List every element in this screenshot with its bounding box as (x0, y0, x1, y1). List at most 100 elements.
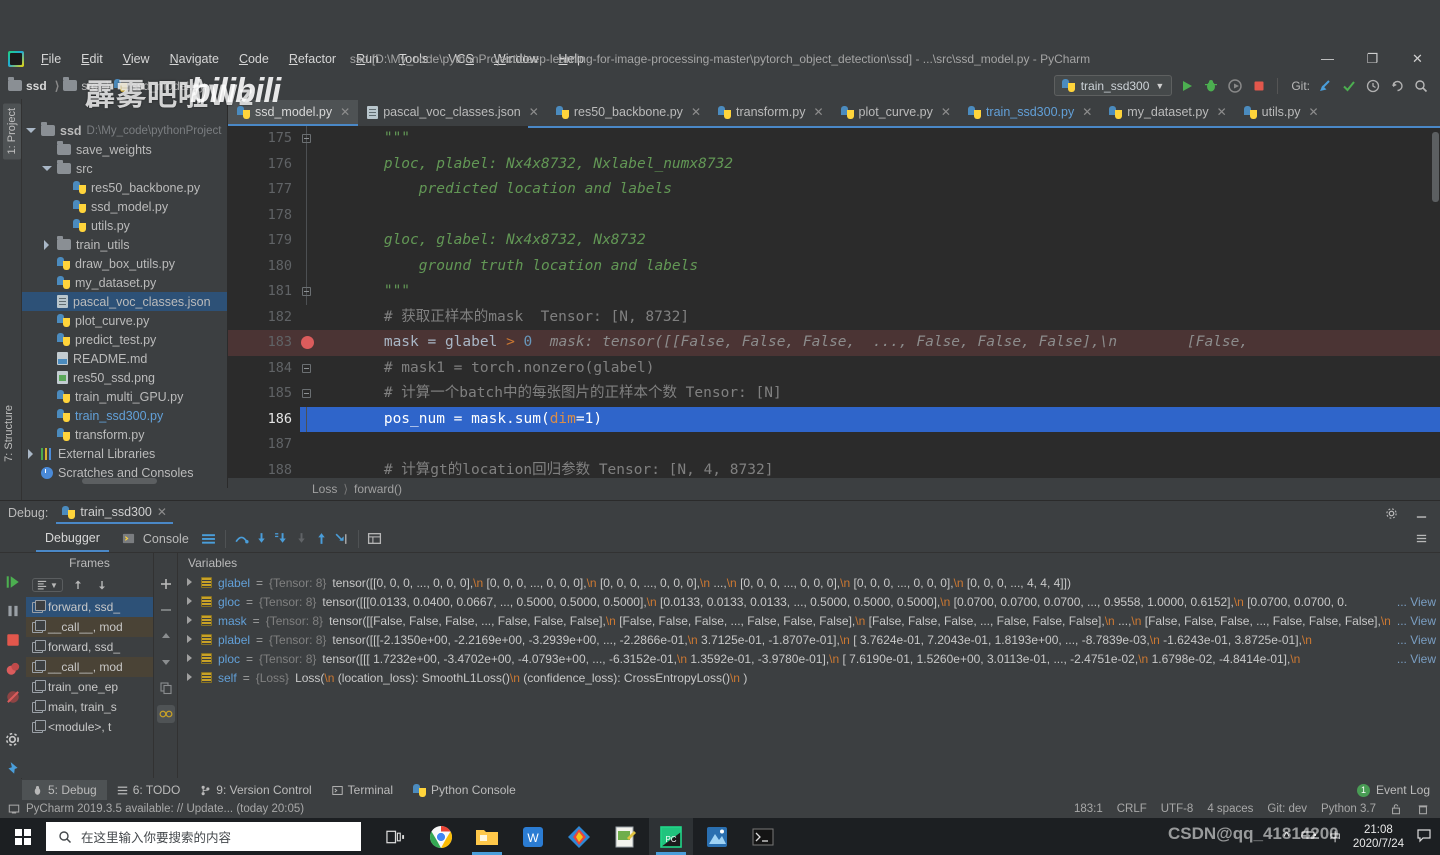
fold-gutter[interactable] (300, 202, 314, 228)
code-text[interactable]: gloc, glabel: Nx4x8732, Nx8732 (314, 228, 1440, 254)
editor-tabs[interactable]: ssd_model.py ✕ pascal_voc_classes.json ✕ res… (228, 99, 1440, 126)
menu-refactor[interactable]: Refactor (280, 49, 345, 69)
frames-list[interactable]: forward, ssd_ __call__, mod forward, ssd_ _… (26, 597, 153, 737)
code-text[interactable]: # mask1 = torch.nonzero(glabel) (314, 356, 1440, 382)
variables-list[interactable]: glabel = {Tensor: 8} tensor([[0, 0, 0, ...,… (178, 573, 1440, 687)
bottom-tool-stripe[interactable]: 5: Debug 6: TODO 9: Version Control Term… (0, 780, 1440, 800)
editor-tab-my-dataset-py[interactable]: my_dataset.py ✕ (1100, 100, 1234, 126)
fold-gutter[interactable] (300, 253, 314, 279)
view-breakpoints-icon[interactable] (4, 660, 22, 678)
chevron-right-icon[interactable] (186, 578, 195, 587)
debug-button[interactable] (1202, 77, 1220, 95)
settings-gear-icon[interactable] (1382, 504, 1400, 522)
editor-line-178[interactable]: 178 (228, 202, 1440, 229)
explorer-icon[interactable] (465, 818, 509, 855)
tool-button-python-console[interactable]: Python Console (403, 780, 526, 800)
python-interpreter[interactable]: Python 3.7 (1321, 803, 1376, 815)
line-number[interactable]: 184 (228, 356, 300, 382)
settings-list-icon[interactable] (1412, 530, 1430, 548)
line-number[interactable]: 178 (228, 203, 300, 229)
frame-item[interactable]: __call__, mod (26, 617, 153, 637)
editor-tab-res50-backbone-py[interactable]: res50_backbone.py ✕ (547, 100, 709, 126)
variables-panel[interactable]: Variables glabel = {Tensor: 8} tensor([[0, … (178, 553, 1440, 778)
menu-vcs[interactable]: VCS (439, 49, 483, 69)
tree-node-pascal-voc-classes-json[interactable]: pascal_voc_classes.json (22, 292, 227, 311)
frame-item[interactable]: forward, ssd_ (26, 637, 153, 657)
layout-icon[interactable] (200, 530, 218, 548)
task-view-icon[interactable] (373, 818, 417, 855)
git-revert-icon[interactable] (1388, 77, 1406, 95)
tree-node-plot-curve-py[interactable]: plot_curve.py (22, 311, 227, 330)
close-icon[interactable]: ✕ (1309, 105, 1319, 119)
menu-view[interactable]: View (114, 49, 159, 69)
editor-line-180[interactable]: 180 ground truth location and labels (228, 253, 1440, 280)
maximize-button[interactable]: ❐ (1350, 45, 1395, 72)
editor-tab-utils-py[interactable]: utils.py ✕ (1235, 100, 1327, 126)
chevron-right-icon[interactable] (42, 239, 52, 250)
close-icon[interactable]: ✕ (1217, 105, 1227, 119)
line-number[interactable]: 180 (228, 254, 300, 280)
editor-tab-plot-curve-py[interactable]: plot_curve.py ✕ (832, 100, 959, 126)
event-log-area[interactable]: 1 Event Log (1356, 783, 1440, 797)
view-link[interactable]: ... View (1397, 614, 1436, 628)
mute-breakpoints-icon[interactable] (4, 688, 22, 706)
menu-help[interactable]: Help (549, 49, 593, 69)
frame-item[interactable]: forward, ssd_ (26, 597, 153, 617)
editor-line-176[interactable]: 176 ploc, plabel: Nx4x8732, Nxlabel_numx… (228, 151, 1440, 178)
run-configuration-selector[interactable]: train_ssd300 ▼ (1053, 75, 1173, 96)
search-everywhere-icon[interactable] (1412, 77, 1430, 95)
taskbar-clock[interactable]: 21:08 2020/7/24 (1353, 823, 1404, 851)
breadcrumb-ssd[interactable]: ssd ⟩ (8, 77, 63, 93)
code-text[interactable]: pos_num = mask.sum(dim=1) (314, 406, 1440, 432)
menu-code[interactable]: Code (230, 49, 278, 69)
editor-line-182[interactable]: 182 # 获取正样本的mask Tensor: [N, 8732] (228, 305, 1440, 331)
fold-gutter[interactable] (300, 177, 314, 203)
run-to-cursor-icon[interactable] (333, 530, 351, 548)
line-number[interactable]: 181 (228, 279, 300, 305)
menu-navigate[interactable]: Navigate (161, 49, 228, 69)
close-button[interactable]: ✕ (1395, 45, 1440, 72)
editor-line-175[interactable]: 175 """ (228, 126, 1440, 152)
close-icon[interactable]: ✕ (157, 505, 167, 519)
frame-item[interactable]: train_one_ep (26, 677, 153, 697)
project-tool-window[interactable]: ssd D:\My_code\pythonProject save_weights s… (22, 99, 228, 488)
breadcrumb-src[interactable]: src ⟩ (63, 77, 114, 93)
chevron-right-icon[interactable] (186, 654, 195, 663)
step-over-icon[interactable] (233, 530, 251, 548)
line-number[interactable]: 176 (228, 152, 300, 178)
breadcrumb-class[interactable]: Loss (312, 482, 337, 496)
variable-row[interactable]: self = {Loss} Loss(\n (location_loss): Smoo… (178, 668, 1440, 687)
close-icon[interactable]: ✕ (340, 105, 350, 119)
fold-gutter[interactable] (300, 381, 314, 407)
variable-row[interactable]: mask = {Tensor: 8} tensor([[False, False, F… (178, 611, 1440, 630)
code-editor[interactable]: 175 """ 176 ploc, plabel: Nx4x8732, Nxlab… (228, 126, 1440, 488)
file-encoding[interactable]: UTF-8 (1161, 803, 1194, 815)
fold-gutter[interactable] (300, 356, 314, 382)
tree-node-ssd[interactable]: ssd D:\My_code\pythonProject (22, 121, 227, 140)
code-text[interactable]: # 获取正样本的mask Tensor: [N, 8732] (314, 305, 1440, 331)
editor-line-177[interactable]: 177 predicted location and labels (228, 177, 1440, 203)
close-icon[interactable]: ✕ (813, 105, 823, 119)
variable-row[interactable]: ploc = {Tensor: 8} tensor([[[ 1.7232e+00, -… (178, 649, 1440, 668)
git-branch[interactable]: Git: dev (1267, 803, 1307, 815)
line-number[interactable]: 187 (228, 432, 300, 458)
tool-button-version-control[interactable]: 9: Version Control (190, 780, 321, 800)
fold-gutter[interactable] (300, 305, 314, 331)
tree-node-src[interactable]: src (22, 159, 227, 178)
hide-icon[interactable] (1412, 504, 1430, 522)
project-tree[interactable]: ssd D:\My_code\pythonProject save_weights s… (22, 99, 227, 482)
stop-program-icon[interactable] (4, 631, 22, 649)
thread-selector[interactable]: ▼ (32, 578, 63, 592)
editor-tab-ssd-model-py[interactable]: ssd_model.py ✕ (228, 100, 359, 126)
tree-node-draw-box-utils-py[interactable]: draw_box_utils.py (22, 254, 227, 273)
line-separator[interactable]: CRLF (1117, 803, 1147, 815)
tool-button-project[interactable]: 1: Project (3, 103, 21, 160)
fold-gutter[interactable] (300, 406, 314, 432)
debug-tool-window[interactable]: Debug: train_ssd300 ✕ Debugger Console F… (0, 500, 1440, 778)
fold-gutter[interactable] (300, 279, 314, 305)
project-hscrollbar[interactable] (82, 478, 157, 484)
copy-icon[interactable] (157, 679, 175, 697)
wps-icon[interactable]: W (511, 818, 555, 855)
tree-node-transform-py[interactable]: transform.py (22, 425, 227, 444)
fold-gutter[interactable] (300, 228, 314, 254)
